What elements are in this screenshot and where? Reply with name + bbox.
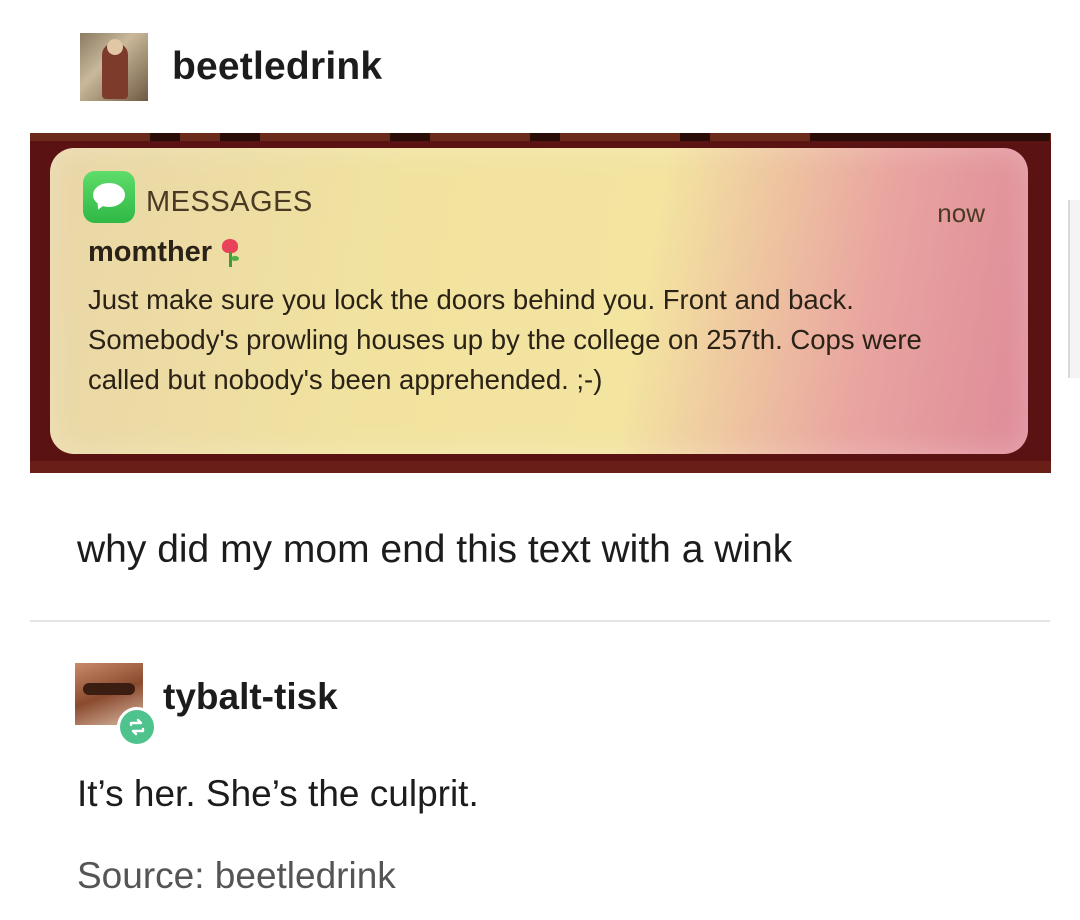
post-source[interactable]: Source: beetledrink [77, 855, 396, 897]
notification-sender: momther [88, 236, 213, 268]
avatar-head [107, 39, 123, 55]
rose-icon [220, 238, 240, 268]
notification-app-name: MESSAGES [146, 186, 313, 218]
notification-body: Just make sure you lock the doors behind… [88, 284, 922, 395]
notification-card: MESSAGES now momther Just make sure you … [50, 148, 1028, 454]
reblog-reply: It’s her. She’s the culprit. [77, 773, 479, 814]
rose-petal [222, 238, 239, 253]
user-avatar[interactable] [80, 33, 148, 101]
band-mark [390, 133, 430, 141]
reblog-divider [30, 620, 1050, 622]
reblog-icon [117, 707, 157, 747]
post-username[interactable]: beetledrink [172, 45, 382, 89]
band-mark [530, 133, 560, 141]
band-mark [220, 133, 260, 141]
band-mark [150, 133, 180, 141]
avatar-detail [83, 683, 135, 695]
band-mark [680, 133, 710, 141]
notification-screenshot: MESSAGES now momther Just make sure you … [30, 133, 1051, 473]
adjacent-content-edge [1068, 200, 1080, 378]
screenshot-bottom-band [30, 461, 1051, 473]
messages-app-icon [83, 171, 135, 223]
post-caption: why did my mom end this text with a wink [77, 528, 793, 571]
notification-sender-row: momther [88, 236, 240, 269]
reblog-arrows-icon [129, 718, 145, 736]
notification-time: now [937, 198, 985, 228]
reblog-username[interactable]: tybalt-tisk [163, 676, 338, 718]
band-mark [810, 133, 1050, 141]
rose-leaf [231, 255, 240, 261]
